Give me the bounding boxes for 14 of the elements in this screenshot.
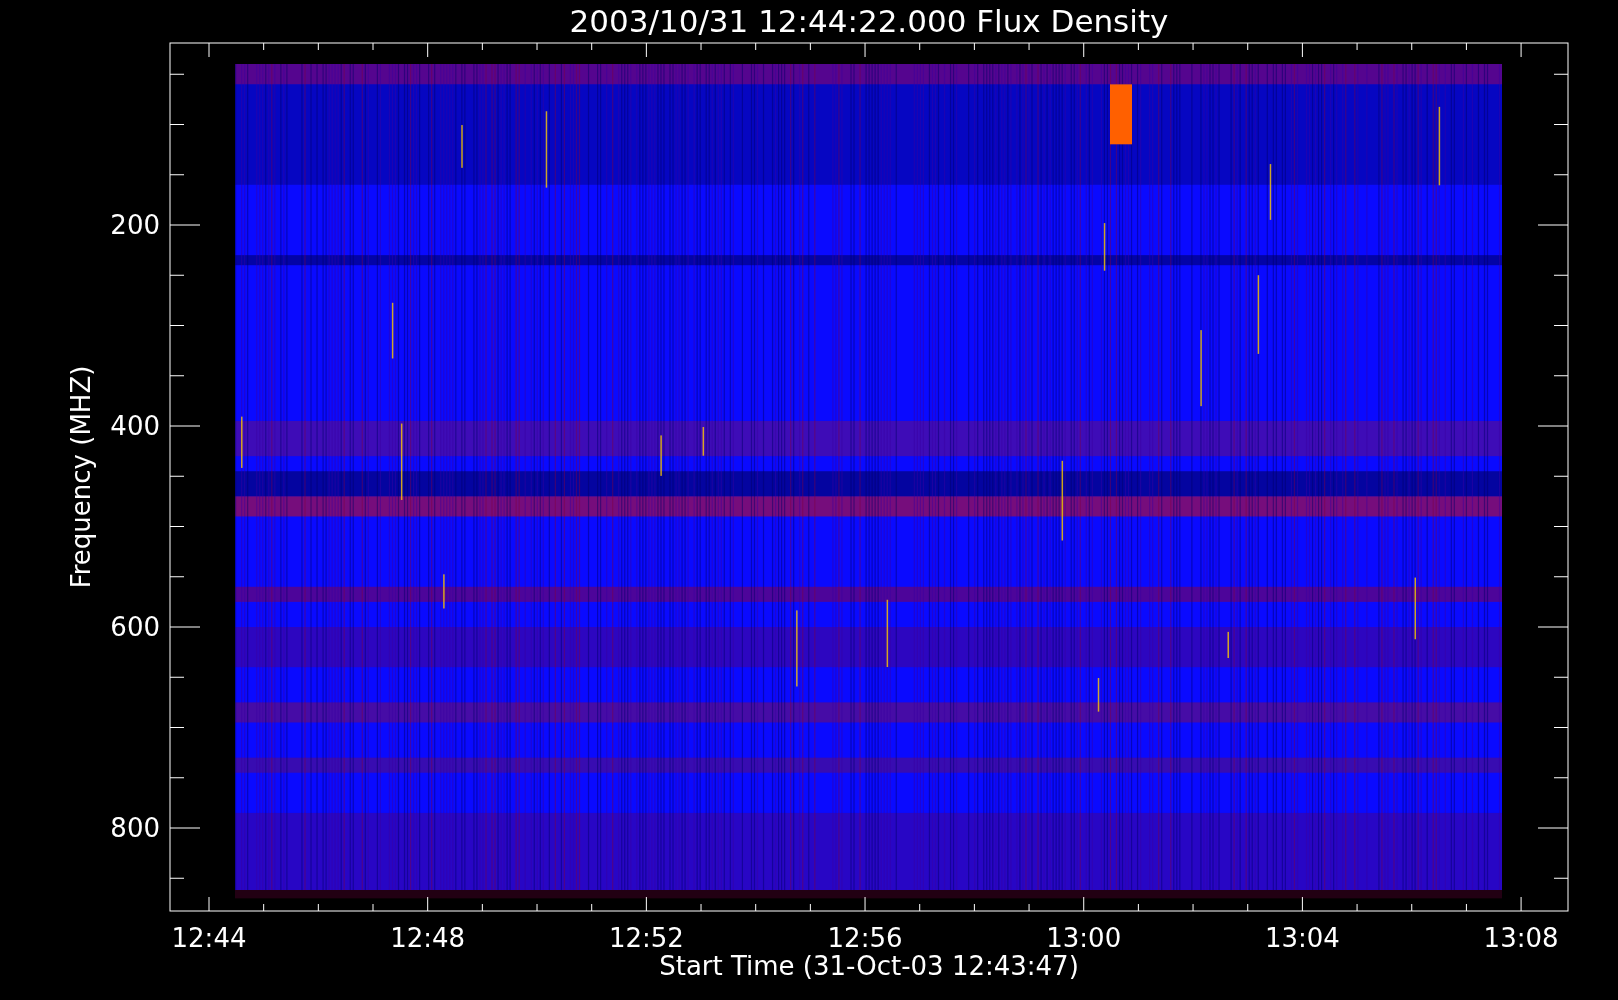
x-tick-label: 12:44 xyxy=(171,923,247,953)
chart-title: 2003/10/31 12:44:22.000 Flux Density xyxy=(569,3,1169,39)
x-tick-label: 12:56 xyxy=(827,923,903,953)
x-axis-label: Start Time (31-Oct-03 12:43:47) xyxy=(659,951,1079,981)
x-tick-label: 13:00 xyxy=(1046,923,1122,953)
x-tick-label: 13:04 xyxy=(1264,923,1340,953)
y-axis-label: Frequency (MHZ) xyxy=(66,365,96,589)
x-tick-label: 13:08 xyxy=(1483,923,1559,953)
x-tick-label: 12:48 xyxy=(390,923,466,953)
y-tick-label: 200 xyxy=(110,210,160,240)
x-tick-label: 12:52 xyxy=(608,923,684,953)
y-tick-label: 800 xyxy=(110,813,160,843)
y-tick-label: 600 xyxy=(110,612,160,642)
y-tick-label: 400 xyxy=(110,411,160,441)
